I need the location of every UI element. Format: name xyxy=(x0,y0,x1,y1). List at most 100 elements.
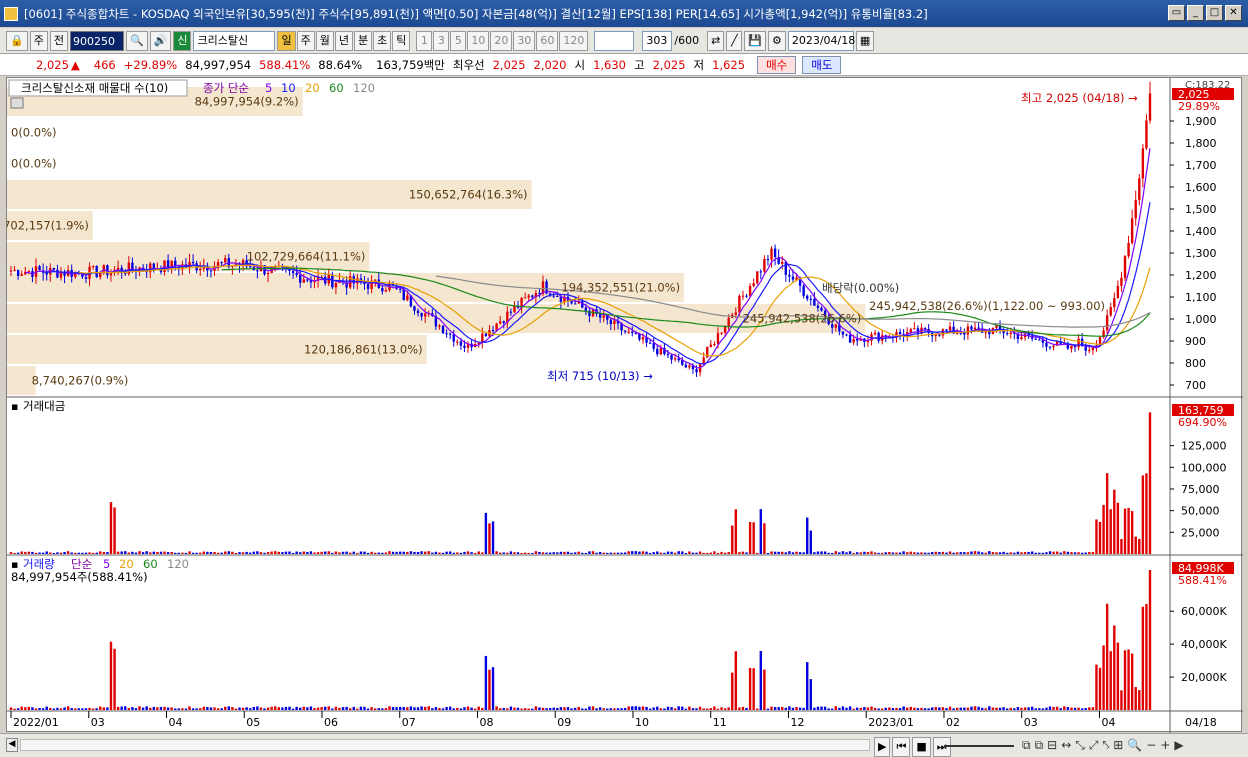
arrows-icon[interactable]: ⤢ xyxy=(1089,738,1099,753)
period-tab-1[interactable]: 주 xyxy=(296,30,315,51)
volume-bar xyxy=(1102,645,1105,710)
amount-bar xyxy=(1009,552,1012,554)
lock-icon[interactable]: 🔒 xyxy=(6,30,28,51)
stop-icon[interactable]: ■ xyxy=(912,737,931,757)
sin-badge[interactable]: 신 xyxy=(173,30,192,51)
save-icon[interactable]: 💾 xyxy=(744,30,766,51)
candle-body xyxy=(745,295,748,297)
volume-bar xyxy=(681,706,684,710)
bottom-scrollbar[interactable]: ◀ ▶ ⏮ ■ ⏭ ⧉ ⧉ ⊟ ↔ ⤡ ⤢ ⤣ ⊞ 🔍 − + ▶ xyxy=(0,733,1248,757)
volume-bar xyxy=(495,706,498,710)
interval-tab-3[interactable]: 3 xyxy=(433,30,450,51)
interval-tab-60[interactable]: 60 xyxy=(536,30,559,51)
zoom-slider[interactable] xyxy=(944,745,1014,747)
amount-bar xyxy=(602,552,605,554)
candle-body xyxy=(402,289,405,300)
zoom-icon[interactable]: 🔍 xyxy=(1127,738,1142,753)
layout2-icon[interactable]: ⧉ xyxy=(1035,738,1044,753)
interval-tab-10[interactable]: 10 xyxy=(467,30,490,51)
split-icon[interactable]: ⊟ xyxy=(1047,738,1057,753)
shrink-icon[interactable]: ⤣ xyxy=(1103,738,1110,753)
fit-icon[interactable]: ⤡ xyxy=(1075,738,1085,753)
amount-bar xyxy=(563,551,566,554)
chart-tool-icon[interactable]: ⇄ xyxy=(707,30,725,51)
fast-forward-icon[interactable]: ⏭ xyxy=(932,737,951,757)
amount-bar xyxy=(159,551,163,554)
rewind-icon[interactable]: ⏮ xyxy=(892,737,911,757)
zoom-in-icon[interactable]: + xyxy=(1160,738,1170,753)
volume-profile-label: 102,729,664(11.1%) xyxy=(247,250,366,264)
line-tool-icon[interactable]: ╱ xyxy=(726,30,743,51)
search-icon[interactable]: 🔍 xyxy=(125,30,148,51)
interval-tab-30[interactable]: 30 xyxy=(513,30,536,51)
volume-bar xyxy=(1077,707,1080,710)
volume-bar xyxy=(188,706,191,710)
prev-button[interactable]: 전 xyxy=(49,30,68,51)
interval-tab-5[interactable]: 5 xyxy=(450,30,467,51)
volume-bar xyxy=(906,707,909,710)
interval-tab-1[interactable]: 1 xyxy=(416,30,433,51)
volume-bar xyxy=(781,707,784,710)
scroll-right-icon[interactable]: ▶ xyxy=(1174,738,1183,753)
stock-name-field[interactable]: 크리스탈신 xyxy=(193,30,276,51)
volume-bar xyxy=(866,707,870,710)
amount-bar xyxy=(773,551,777,554)
chart-svg[interactable]: 1,900 1,800 1,700 1,600 1,500 1,400 1,300 1,200… xyxy=(0,78,1243,733)
volume-bar xyxy=(481,707,484,710)
interval-tab-120[interactable]: 120 xyxy=(559,30,589,51)
volume-bar xyxy=(263,708,266,710)
expand-icon[interactable]: ↔ xyxy=(1061,738,1071,753)
chart-area[interactable]: 1,900 1,800 1,700 1,600 1,500 1,400 1,300 1,200… xyxy=(0,77,1243,733)
scroll-left-icon[interactable]: ◀ xyxy=(6,738,18,752)
minimize-button[interactable]: _ xyxy=(1187,5,1204,21)
layout-icon[interactable]: ⧉ xyxy=(1022,738,1031,753)
volume-bar xyxy=(670,707,673,710)
period-tab-3[interactable]: 년 xyxy=(334,30,353,51)
play-icon[interactable]: ▶ xyxy=(874,737,891,757)
sell-button[interactable]: 매도 xyxy=(802,55,842,74)
amount-bar xyxy=(231,551,234,554)
volume-bar xyxy=(127,708,131,710)
volume-tick-label: 40,000K xyxy=(1181,638,1227,651)
scroll-track[interactable] xyxy=(20,739,870,751)
restore-button[interactable]: ▭ xyxy=(1168,5,1185,21)
candle-body xyxy=(627,331,630,333)
close-button[interactable]: ✕ xyxy=(1225,5,1242,21)
amount-bar xyxy=(81,552,84,554)
date-input[interactable]: 2023/04/18 xyxy=(787,30,855,51)
amount-bar xyxy=(798,552,802,554)
candle-body xyxy=(452,334,455,342)
volume-bar xyxy=(245,707,248,710)
volume-bar xyxy=(1030,706,1034,710)
period-tab-6[interactable]: 틱 xyxy=(392,30,411,51)
count-input[interactable]: 303 xyxy=(642,30,673,51)
volume-bar xyxy=(763,669,766,710)
settings-icon[interactable]: ⊞ xyxy=(1113,738,1123,753)
zoom-out-icon[interactable]: − xyxy=(1146,738,1156,753)
volume-bar xyxy=(916,708,920,710)
amount-bar xyxy=(506,552,509,554)
volume-bar xyxy=(845,707,848,710)
speaker-icon[interactable]: 🔊 xyxy=(149,30,172,51)
gear-icon[interactable]: ⚙ xyxy=(767,30,786,51)
period-tab-4[interactable]: 분 xyxy=(353,30,373,51)
candle-body xyxy=(688,365,691,368)
buy-button[interactable]: 매수 xyxy=(757,55,797,74)
period-tab-5[interactable]: 초 xyxy=(373,30,392,51)
dropdown-select[interactable] xyxy=(594,30,635,51)
stock-code-input[interactable]: 900250 xyxy=(69,30,124,51)
amount-bar xyxy=(741,551,745,554)
period-tab-0[interactable]: 일 xyxy=(277,30,296,51)
candle-body xyxy=(684,364,688,368)
volume-bar xyxy=(638,706,641,710)
maximize-button[interactable]: □ xyxy=(1206,5,1223,21)
amount-bar xyxy=(573,552,577,554)
calendar-icon[interactable]: ▦ xyxy=(855,30,875,51)
candle-body xyxy=(398,288,402,290)
volume-bar xyxy=(199,708,202,710)
period-tab-2[interactable]: 월 xyxy=(315,30,334,51)
volume-bar xyxy=(124,706,127,710)
period-type-select[interactable]: 주 xyxy=(29,30,48,51)
interval-tab-20[interactable]: 20 xyxy=(490,30,513,51)
candle-body xyxy=(681,360,684,365)
